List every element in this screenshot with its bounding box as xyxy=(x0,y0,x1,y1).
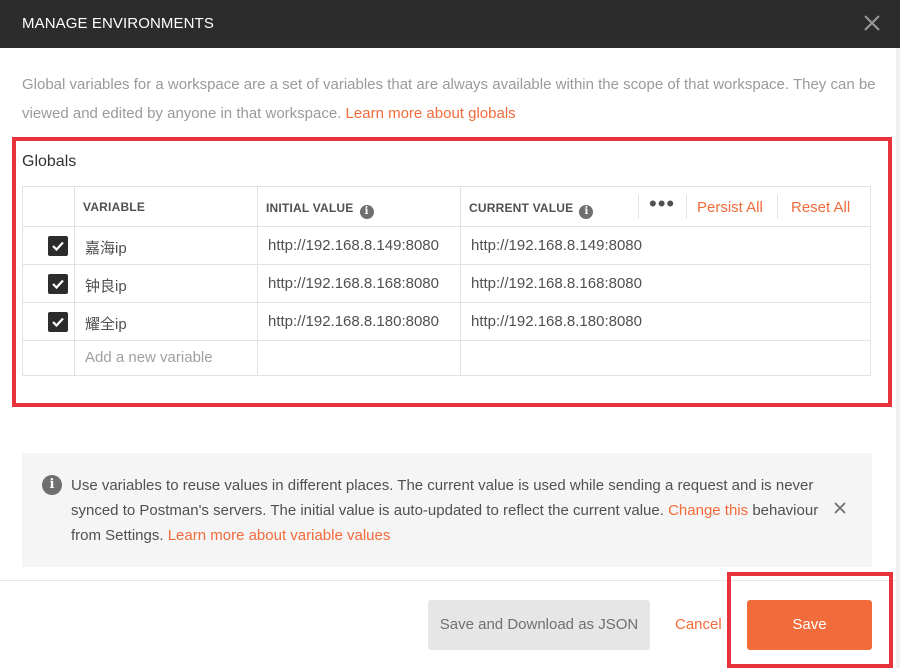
info-icon[interactable]: i xyxy=(359,205,374,219)
dialog-edge xyxy=(896,48,900,668)
more-horizontal-icon[interactable]: ••• xyxy=(649,191,675,217)
column-initial-value-label: INITIAL VALUE xyxy=(266,201,354,215)
current-value-cell[interactable]: http://192.168.8.149:8080 xyxy=(461,227,871,265)
globals-heading: Globals xyxy=(22,153,77,170)
row-enabled-checkbox[interactable] xyxy=(48,236,68,256)
reset-all-link[interactable]: Reset All xyxy=(791,199,850,216)
table-header-initial-value: INITIAL VALUE i xyxy=(258,187,461,227)
new-variable-placeholder: Add a new variable xyxy=(85,349,213,366)
table-row xyxy=(23,227,75,265)
variable-cell[interactable]: 钟良ip xyxy=(75,265,258,303)
globals-table: VARIABLE INITIAL VALUE i CURRENT VALUE i •… xyxy=(22,186,871,376)
checkbox-checked-icon xyxy=(52,241,64,252)
row-enabled-checkbox[interactable] xyxy=(48,274,68,294)
initial-value: http://192.168.8.149:8080 xyxy=(268,237,439,254)
variable-cell[interactable]: 嘉海ip xyxy=(75,227,258,265)
table-row xyxy=(23,303,75,341)
current-value: http://192.168.8.180:8080 xyxy=(471,313,642,330)
header-divider xyxy=(686,195,687,219)
new-initial-value-input[interactable] xyxy=(258,341,461,376)
learn-more-globals-link[interactable]: Learn more about globals xyxy=(346,105,516,122)
info-icon: i xyxy=(42,475,62,495)
modal-titlebar: MANAGE ENVIRONMENTS xyxy=(0,0,900,48)
checkbox-checked-icon xyxy=(52,279,64,290)
table-header-checkbox-cell xyxy=(23,187,75,227)
variable-name: 耀全ip xyxy=(85,316,127,333)
row-enabled-checkbox[interactable] xyxy=(48,312,68,332)
initial-value: http://192.168.8.180:8080 xyxy=(268,313,439,330)
learn-more-variable-values-link[interactable]: Learn more about variable values xyxy=(168,527,391,544)
initial-value-cell[interactable]: http://192.168.8.168:8080 xyxy=(258,265,461,303)
initial-value-cell[interactable]: http://192.168.8.180:8080 xyxy=(258,303,461,341)
new-row-checkbox-cell xyxy=(23,341,75,376)
column-current-value-label: CURRENT VALUE xyxy=(469,201,574,215)
change-setting-link[interactable]: Change this xyxy=(668,502,748,519)
variable-cell[interactable]: 耀全ip xyxy=(75,303,258,341)
table-row xyxy=(23,265,75,303)
initial-value-cell[interactable]: http://192.168.8.149:8080 xyxy=(258,227,461,265)
new-variable-input[interactable]: Add a new variable xyxy=(75,341,258,376)
close-icon[interactable] xyxy=(832,500,848,516)
save-and-download-json-button[interactable]: Save and Download as JSON xyxy=(428,600,650,650)
info-icon[interactable]: i xyxy=(579,205,594,219)
current-value: http://192.168.8.149:8080 xyxy=(471,237,642,254)
current-value-cell[interactable]: http://192.168.8.180:8080 xyxy=(461,303,871,341)
info-banner-text: Use variables to reuse values in differe… xyxy=(71,473,821,548)
checkbox-checked-icon xyxy=(52,317,64,328)
cancel-button[interactable]: Cancel xyxy=(675,616,722,633)
initial-value: http://192.168.8.168:8080 xyxy=(268,275,439,292)
variables-info-banner: i Use variables to reuse values in diffe… xyxy=(22,453,872,567)
current-value-cell[interactable]: http://192.168.8.168:8080 xyxy=(461,265,871,303)
variable-name: 嘉海ip xyxy=(85,240,127,257)
current-value: http://192.168.8.168:8080 xyxy=(471,275,642,292)
variable-name: 钟良ip xyxy=(85,278,127,295)
header-divider xyxy=(777,195,778,219)
table-header-current-value: CURRENT VALUE i ••• Persist All Reset All xyxy=(461,187,871,227)
globals-description: Global variables for a workspace are a s… xyxy=(22,70,882,128)
header-divider xyxy=(638,195,639,219)
close-icon[interactable] xyxy=(860,11,884,35)
save-button[interactable]: Save xyxy=(747,600,872,650)
new-current-value-input[interactable] xyxy=(461,341,871,376)
persist-all-link[interactable]: Persist All xyxy=(697,199,763,216)
modal-title: MANAGE ENVIRONMENTS xyxy=(22,15,214,32)
column-variable-label: VARIABLE xyxy=(83,200,146,214)
table-header-variable: VARIABLE xyxy=(75,187,258,227)
